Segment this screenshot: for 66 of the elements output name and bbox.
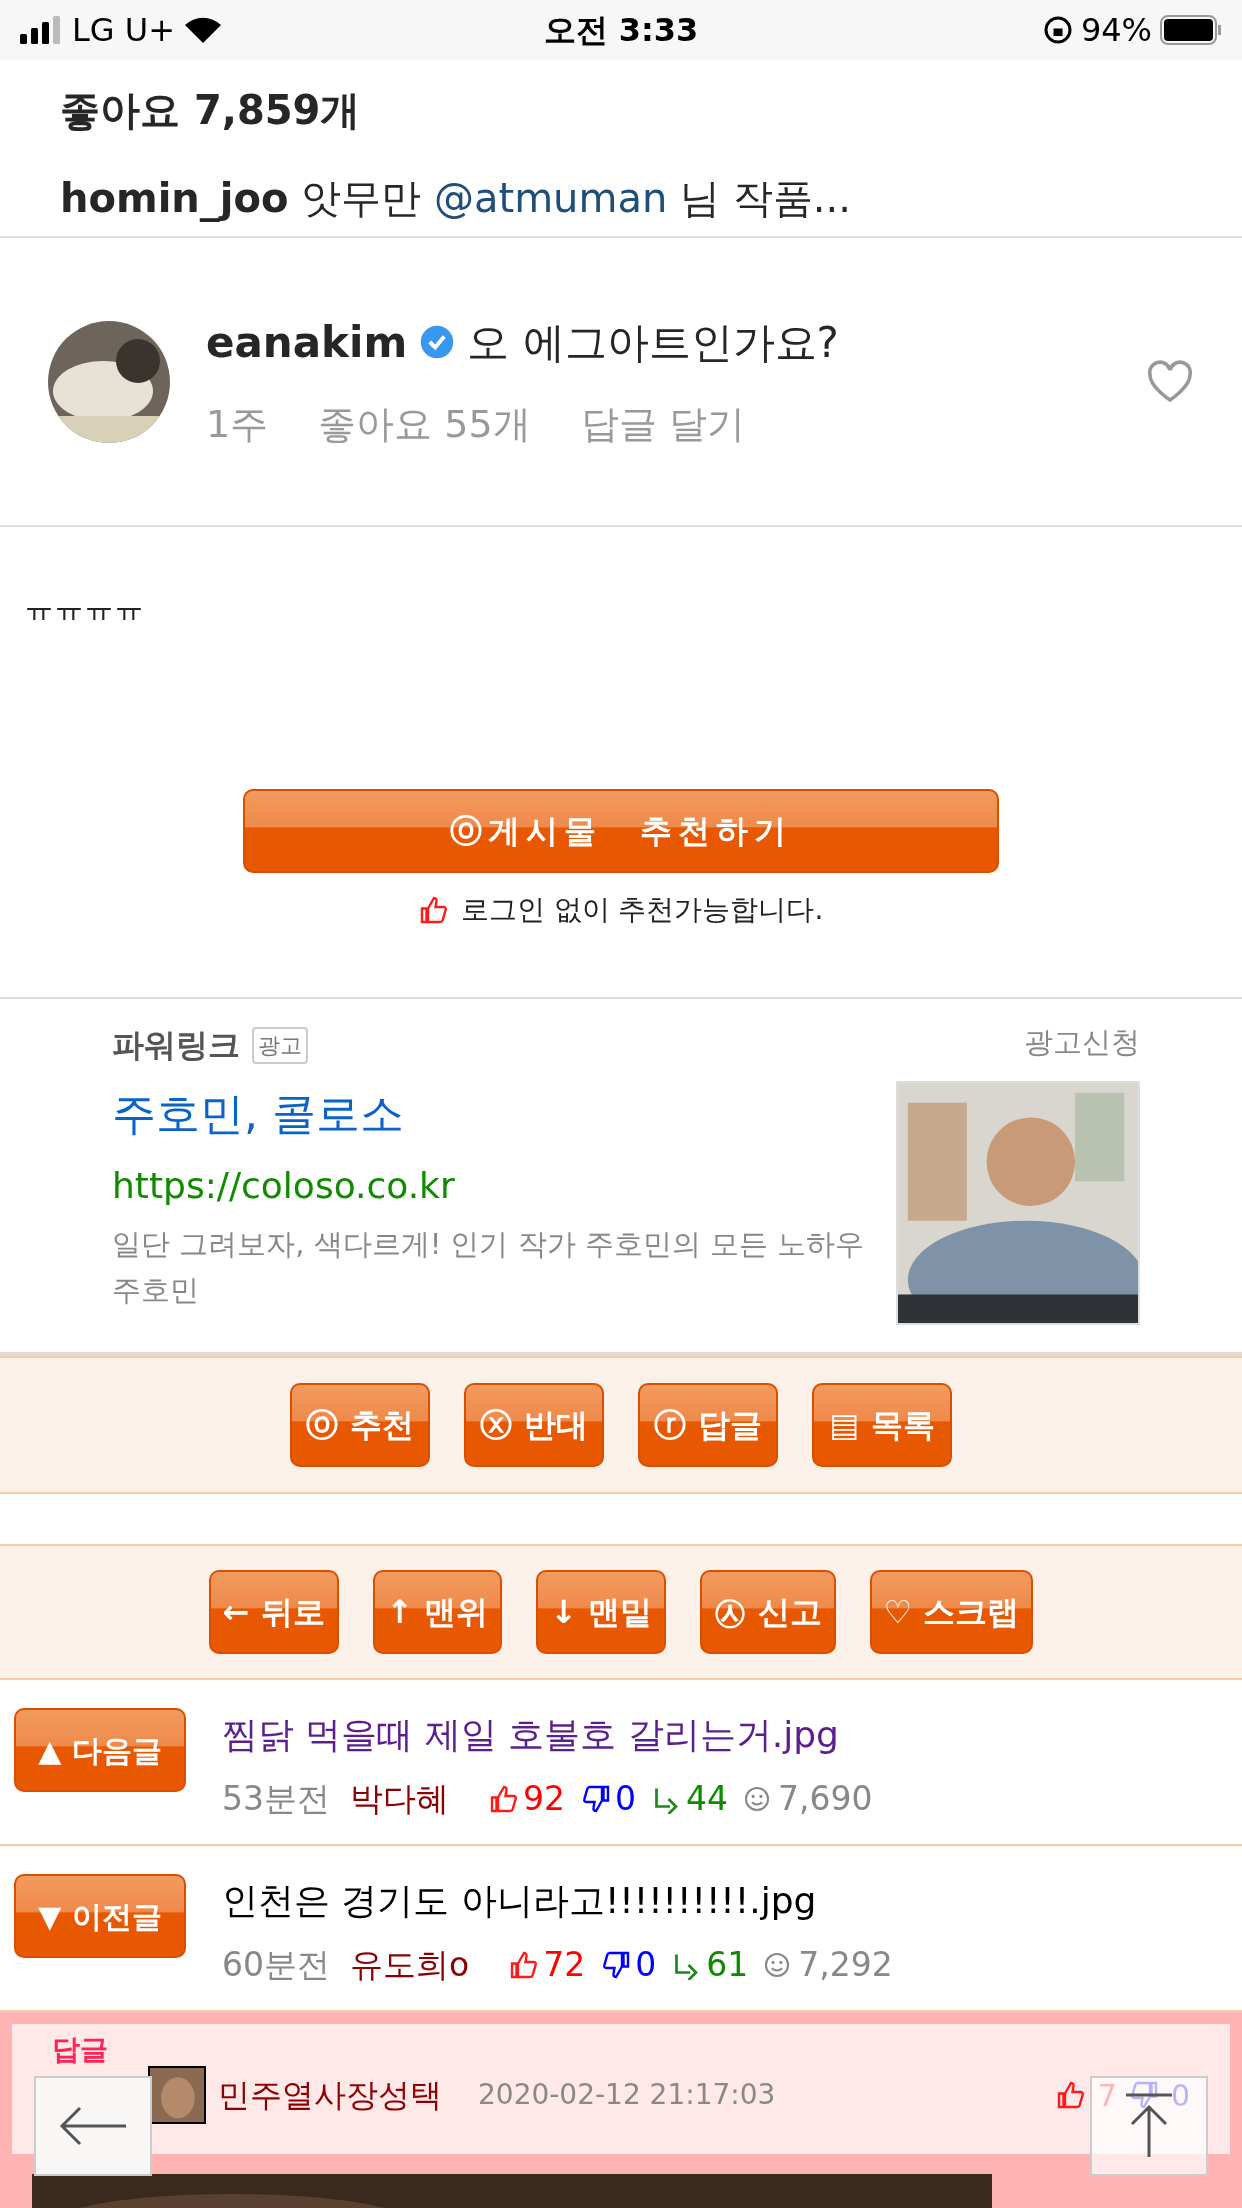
navigation-button[interactable]: ↑ 맨위	[372, 1570, 503, 1654]
post-title-link[interactable]: 인천은 경기도 아니라고!!!!!!!!!!.jpg	[222, 1874, 893, 1928]
recommend-note: 로그인 없이 추천가능합니다.	[460, 892, 824, 928]
post-author[interactable]: 유도희o	[350, 1940, 470, 1990]
reply-link[interactable]: 답글 달기	[580, 395, 745, 453]
best-badge-label: 답글	[52, 2032, 108, 2068]
action-button[interactable]: ⓞ 추천	[290, 1383, 430, 1467]
thumbs-up-icon	[418, 895, 449, 925]
navigation-button[interactable]: ↓ 맨밑	[536, 1570, 667, 1654]
navigation-button[interactable]: ← 뒤로	[208, 1570, 339, 1654]
comment-username[interactable]: eanakim	[206, 310, 408, 374]
post-author[interactable]: 박다혜	[350, 1774, 449, 1824]
scroll-top-icon	[1124, 2093, 1174, 2159]
rotation-lock-icon	[1042, 15, 1073, 45]
downvote-count: 0	[1170, 2076, 1190, 2115]
smiley-icon	[744, 1785, 770, 1812]
smiley-icon	[764, 1951, 791, 1978]
scroll-top-button[interactable]	[1090, 2076, 1208, 2176]
downvote-count: 0	[635, 1944, 657, 1986]
wifi-icon	[183, 15, 224, 45]
recommend-button[interactable]: ⓞ게시물 추천하기	[243, 789, 999, 873]
reply-count: 44	[686, 1778, 728, 1820]
upvote-count: 72	[543, 1944, 586, 1986]
thumbs-up-icon	[1055, 2080, 1086, 2110]
view-count: 7,292	[798, 1944, 893, 1986]
reply-count: 61	[706, 1944, 749, 1986]
ad-tag: 광고	[252, 1026, 308, 1064]
downvote-count: 0	[615, 1778, 636, 1820]
thumbs-up-icon	[509, 1949, 540, 1980]
comment-likes[interactable]: 좋아요 55개	[318, 395, 531, 453]
comment-time: 1주	[206, 400, 269, 448]
action-button[interactable]: ⓧ 반대	[464, 1383, 604, 1467]
adjacent-post-button[interactable]: ▼ 이전글	[14, 1874, 186, 1958]
ad-section-label: 파워링크	[112, 1025, 240, 1066]
action-button[interactable]: ⓡ 답글	[638, 1383, 778, 1467]
ad-description: 일단 그려보자, 색다르게! 인기 작가 주호민의 모든 노하우 주호민	[112, 1226, 866, 1309]
thumbs-up-icon	[489, 1783, 519, 1814]
thumbs-down-icon	[581, 1783, 611, 1814]
mention-link[interactable]: @atmuman	[433, 175, 668, 221]
heart-icon[interactable]	[1146, 359, 1194, 404]
upvote-count: 7	[1097, 2076, 1117, 2115]
left-arrow-icon	[58, 2106, 128, 2146]
upvote-count: 92	[523, 1778, 565, 1820]
ad-url-link[interactable]: https://coloso.co.kr	[112, 1159, 872, 1213]
post-title-link[interactable]: 찜닭 먹을때 제일 호불호 갈리는거.jpg	[222, 1708, 873, 1762]
caption-text: homin_joo 앗무만 @atmuman 님 작품...	[60, 174, 852, 224]
adjacent-post-button[interactable]: ▲ 다음글	[14, 1708, 186, 1792]
battery-percent: 94%	[1080, 10, 1152, 51]
post-time: 60분전	[222, 1944, 330, 1986]
comment-text: 오 에그아트인가요?	[467, 316, 839, 369]
post-time: 53분전	[222, 1778, 330, 1820]
reply-date: 2020-02-12 21:17:03	[478, 2077, 776, 2113]
ad-apply-link[interactable]: 광고신청	[1024, 1021, 1140, 1065]
likes-count: 좋아요 7,859개	[60, 86, 362, 135]
ad-title-link[interactable]: 주호민, 콜로소	[112, 1081, 872, 1147]
navigation-button[interactable]: ♡ 스크랩	[869, 1570, 1034, 1654]
back-button[interactable]	[34, 2076, 152, 2176]
thumbs-down-icon	[601, 1949, 632, 1980]
reply-author[interactable]: 민주열사장성택	[218, 2071, 442, 2119]
post-body: ㅠㅠㅠㅠ	[23, 589, 145, 627]
action-button[interactable]: ▤ 목록	[812, 1383, 952, 1467]
battery-icon	[1160, 15, 1222, 45]
clock-time: 오전 3:33	[543, 10, 699, 51]
carrier-name: LG U+	[72, 10, 176, 51]
navigation-button[interactable]: ㉦ 신고	[700, 1570, 836, 1654]
view-count: 7,690	[778, 1778, 873, 1820]
